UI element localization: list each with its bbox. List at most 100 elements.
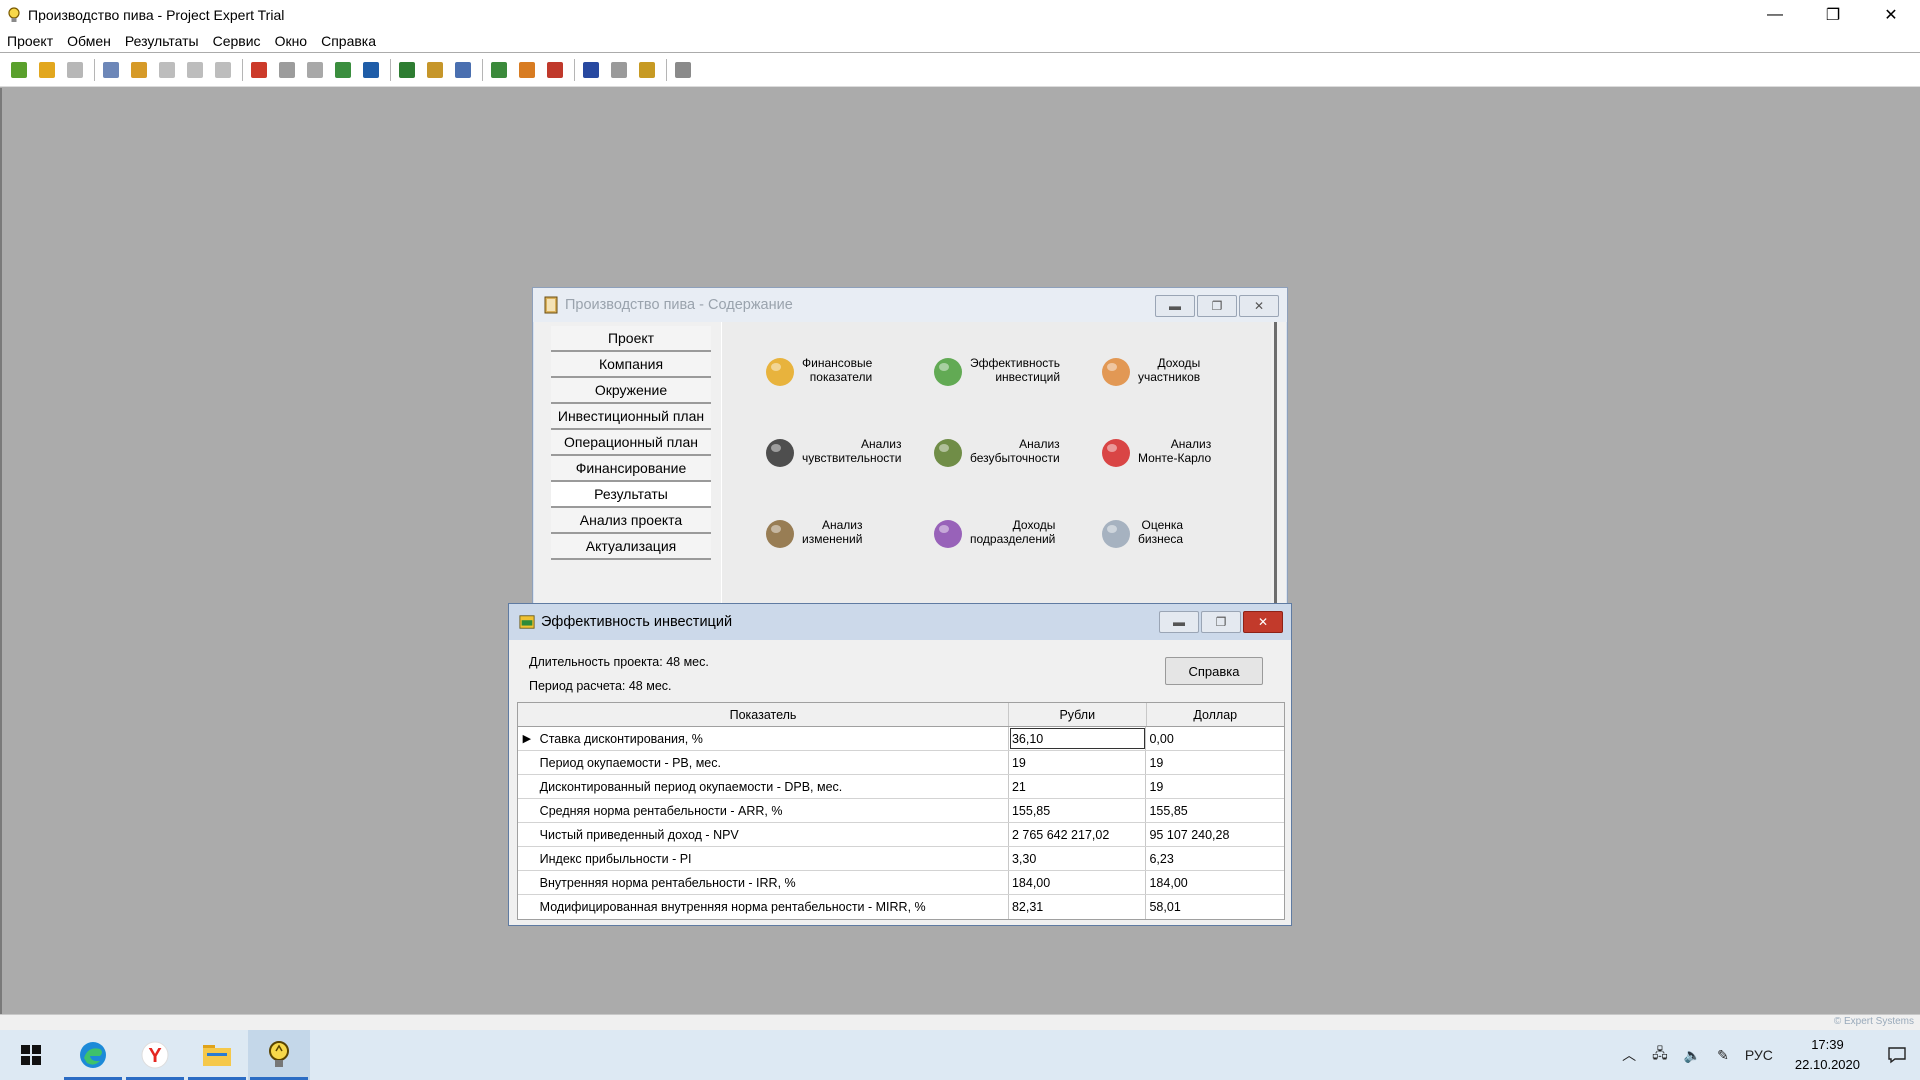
toolbar-button-5-2[interactable] <box>636 59 658 81</box>
toolbar-button-3-0[interactable] <box>396 59 418 81</box>
toolbar-button-5-0[interactable] <box>580 59 602 81</box>
efficiency-titlebar[interactable]: Эффективность инвестиций ▬ ❐ ✕ <box>509 604 1291 640</box>
toolbar-button-0-1[interactable] <box>36 59 58 81</box>
toolbar-button-1-4[interactable] <box>212 59 234 81</box>
dollars-value[interactable]: 19 <box>1146 775 1284 798</box>
table-row[interactable]: Средняя норма рентабельности - ARR, % 155… <box>518 799 1284 823</box>
participants-income-icon <box>1100 350 1134 390</box>
toolbar-button-4-1[interactable] <box>516 59 538 81</box>
notifications-icon[interactable] <box>1874 1046 1920 1064</box>
table-row[interactable]: Период окупаемости - PB, мес. 19 19 <box>518 751 1284 775</box>
menu-help[interactable]: Справка <box>314 33 383 49</box>
language-indicator[interactable]: РУС <box>1737 1047 1781 1063</box>
dollars-value[interactable]: 19 <box>1146 751 1284 774</box>
pen-icon[interactable]: ✎ <box>1709 1047 1737 1064</box>
rubles-value[interactable]: 82,31 <box>1009 895 1147 919</box>
start-button[interactable] <box>0 1030 62 1080</box>
nav-item[interactable]: Инвестиционный план <box>551 404 711 430</box>
minimize-button[interactable]: — <box>1746 0 1804 30</box>
tile-division-income[interactable]: Доходы подразделений <box>932 504 1082 560</box>
toolbar-button-3-2[interactable] <box>452 59 474 81</box>
rubles-value[interactable]: 21 <box>1009 775 1147 798</box>
toolbar-button-2-3[interactable] <box>332 59 354 81</box>
rubles-value[interactable]: 2 765 642 217,02 <box>1009 823 1147 846</box>
table-row[interactable]: Модифицированная внутренняя норма рентаб… <box>518 895 1284 919</box>
taskbar-explorer[interactable] <box>186 1030 248 1080</box>
menu-project[interactable]: Проект <box>0 33 60 49</box>
efficiency-restore-button[interactable]: ❐ <box>1201 611 1241 633</box>
toolbar-button-0-2[interactable] <box>64 59 86 81</box>
contents-close-button[interactable]: ✕ <box>1239 295 1279 317</box>
close-button[interactable]: ✕ <box>1862 0 1920 30</box>
dollars-value[interactable]: 0,00 <box>1146 727 1284 750</box>
contents-restore-button[interactable]: ❐ <box>1197 295 1237 317</box>
toolbar-button-1-3[interactable] <box>184 59 206 81</box>
toolbar-button-0-0[interactable] <box>8 59 30 81</box>
table-row[interactable]: Дисконтированный период окупаемости - DP… <box>518 775 1284 799</box>
tile-changes[interactable]: Анализ изменений <box>764 504 914 560</box>
column-header-rubles[interactable]: Рубли <box>1009 703 1147 726</box>
table-row[interactable]: ▶ Ставка дисконтирования, % 36,10 0,00 <box>518 727 1284 751</box>
toolbar-button-2-0[interactable] <box>248 59 270 81</box>
toolbar-button-2-4[interactable] <box>360 59 382 81</box>
toolbar-button-1-1[interactable] <box>128 59 150 81</box>
dollars-value[interactable]: 58,01 <box>1146 895 1284 919</box>
dollars-value[interactable]: 155,85 <box>1146 799 1284 822</box>
rubles-value[interactable]: 155,85 <box>1009 799 1147 822</box>
nav-item[interactable]: Результаты <box>551 482 711 508</box>
table-row[interactable]: Внутренняя норма рентабельности - IRR, %… <box>518 871 1284 895</box>
tile-sensitivity[interactable]: Анализ чувствительности <box>764 423 914 479</box>
toolbar-button-1-0[interactable] <box>100 59 122 81</box>
nav-item[interactable]: Окружение <box>551 378 711 404</box>
toolbar-button-5-1[interactable] <box>608 59 630 81</box>
toolbar-button-6-0[interactable] <box>672 59 694 81</box>
column-header-dollars[interactable]: Доллар <box>1147 703 1284 726</box>
column-header-indicator[interactable]: Показатель <box>518 703 1010 726</box>
toolbar-button-4-2[interactable] <box>544 59 566 81</box>
taskbar-project-expert[interactable] <box>248 1030 310 1080</box>
nav-item[interactable]: Компания <box>551 352 711 378</box>
network-icon[interactable]: 🖧 <box>1644 1043 1676 1067</box>
tile-break-even[interactable]: Анализ безубыточности <box>932 423 1082 479</box>
table-row[interactable]: Индекс прибыльности - PI 3,30 6,23 <box>518 847 1284 871</box>
tile-financial-ratios[interactable]: Финансовые показатели <box>764 342 914 398</box>
menu-results[interactable]: Результаты <box>118 33 206 49</box>
toolbar-button-4-0[interactable] <box>488 59 510 81</box>
tile-monte-carlo-dice[interactable]: Анализ Монте-Карло <box>1100 423 1250 479</box>
restore-button[interactable]: ❐ <box>1804 0 1862 30</box>
menu-exchange[interactable]: Обмен <box>60 33 118 49</box>
efficiency-minimize-button[interactable]: ▬ <box>1159 611 1199 633</box>
tile-diamond[interactable]: Оценка бизнеса <box>1100 504 1250 560</box>
toolbar-button-2-2[interactable] <box>304 59 326 81</box>
tile-investment-efficiency[interactable]: Эффективность инвестиций <box>932 342 1082 398</box>
nav-item[interactable]: Операционный план <box>551 430 711 456</box>
rubles-value[interactable]: 36,10 <box>1009 727 1147 750</box>
toolbar-button-1-2[interactable] <box>156 59 178 81</box>
menu-service[interactable]: Сервис <box>206 33 268 49</box>
chevron-up-icon[interactable]: ︿ <box>1614 1045 1644 1065</box>
nav-item[interactable]: Анализ проекта <box>551 508 711 534</box>
help-button[interactable]: Справка <box>1165 657 1263 685</box>
clock[interactable]: 17:39 22.10.2020 <box>1781 1035 1874 1075</box>
rubles-value[interactable]: 3,30 <box>1009 847 1147 870</box>
dollars-value[interactable]: 184,00 <box>1146 871 1284 894</box>
nav-item[interactable]: Проект <box>551 326 711 352</box>
nav-item[interactable]: Актуализация <box>551 534 711 560</box>
toolbar-button-3-1[interactable] <box>424 59 446 81</box>
dollars-value[interactable]: 6,23 <box>1146 847 1284 870</box>
dollars-value[interactable]: 95 107 240,28 <box>1146 823 1284 846</box>
menu-window[interactable]: Окно <box>268 33 315 49</box>
contents-titlebar[interactable]: Производство пива - Содержание ▬ ❐ ✕ <box>533 288 1287 322</box>
contents-window-controls: ▬ ❐ ✕ <box>1155 295 1279 317</box>
taskbar-edge[interactable] <box>62 1030 124 1080</box>
taskbar-yandex[interactable]: Y <box>124 1030 186 1080</box>
toolbar-button-2-1[interactable] <box>276 59 298 81</box>
efficiency-close-button[interactable]: ✕ <box>1243 611 1283 633</box>
nav-item[interactable]: Финансирование <box>551 456 711 482</box>
contents-minimize-button[interactable]: ▬ <box>1155 295 1195 317</box>
rubles-value[interactable]: 184,00 <box>1009 871 1147 894</box>
rubles-value[interactable]: 19 <box>1009 751 1147 774</box>
tile-participants-income[interactable]: Доходы участников <box>1100 342 1250 398</box>
volume-icon[interactable]: 🔈 <box>1676 1047 1709 1064</box>
table-row[interactable]: Чистый приведенный доход - NPV 2 765 642 … <box>518 823 1284 847</box>
